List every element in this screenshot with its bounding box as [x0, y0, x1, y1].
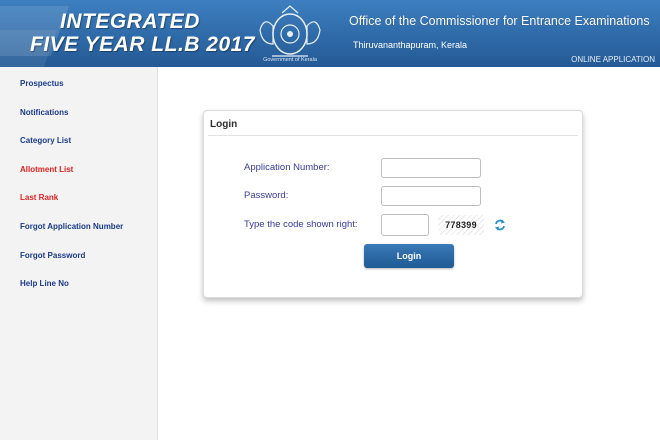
- header-banner: INTEGRATED FIVE YEAR LL.B 2017 Governmen…: [0, 0, 660, 67]
- sidebar-item-notifications[interactable]: Notifications: [20, 108, 68, 117]
- online-application-label: ONLINE APPLICATION: [571, 55, 655, 64]
- refresh-icon[interactable]: [494, 219, 506, 231]
- sidebar-item-forgot-application-number[interactable]: Forgot Application Number: [20, 222, 123, 231]
- panel-divider: [208, 135, 578, 136]
- captcha-input[interactable]: [381, 214, 429, 236]
- password-label: Password:: [244, 190, 289, 201]
- course-title-line2: FIVE YEAR LL.B 2017: [30, 33, 256, 56]
- application-number-input[interactable]: [381, 158, 481, 178]
- office-title: Office of the Commissioner for Entrance …: [349, 14, 650, 28]
- sidebar-item-prospectus[interactable]: Prospectus: [20, 79, 64, 88]
- sidebar-item-help-line[interactable]: Help Line No: [20, 279, 69, 288]
- password-input[interactable]: [381, 186, 481, 206]
- sidebar-nav: Prospectus Notifications Category List A…: [0, 67, 158, 440]
- emblem-caption: Government of Kerala: [263, 57, 317, 63]
- application-number-label: Application Number:: [244, 162, 330, 173]
- login-panel-title: Login: [210, 119, 238, 130]
- sidebar-item-forgot-password[interactable]: Forgot Password: [20, 251, 85, 260]
- sidebar-item-last-rank[interactable]: Last Rank: [20, 193, 58, 202]
- office-city: Thiruvananthapuram, Kerala: [353, 40, 468, 50]
- captcha-label: Type the code shown right:: [244, 219, 358, 230]
- sidebar-item-allotment-list[interactable]: Allotment List: [20, 165, 73, 174]
- login-panel: Login Application Number: Password: Type…: [203, 110, 583, 298]
- login-button[interactable]: Login: [364, 244, 454, 268]
- course-title-line1: INTEGRATED: [60, 10, 200, 33]
- sidebar-item-category-list[interactable]: Category List: [20, 136, 71, 145]
- captcha-image: 778399: [438, 215, 484, 235]
